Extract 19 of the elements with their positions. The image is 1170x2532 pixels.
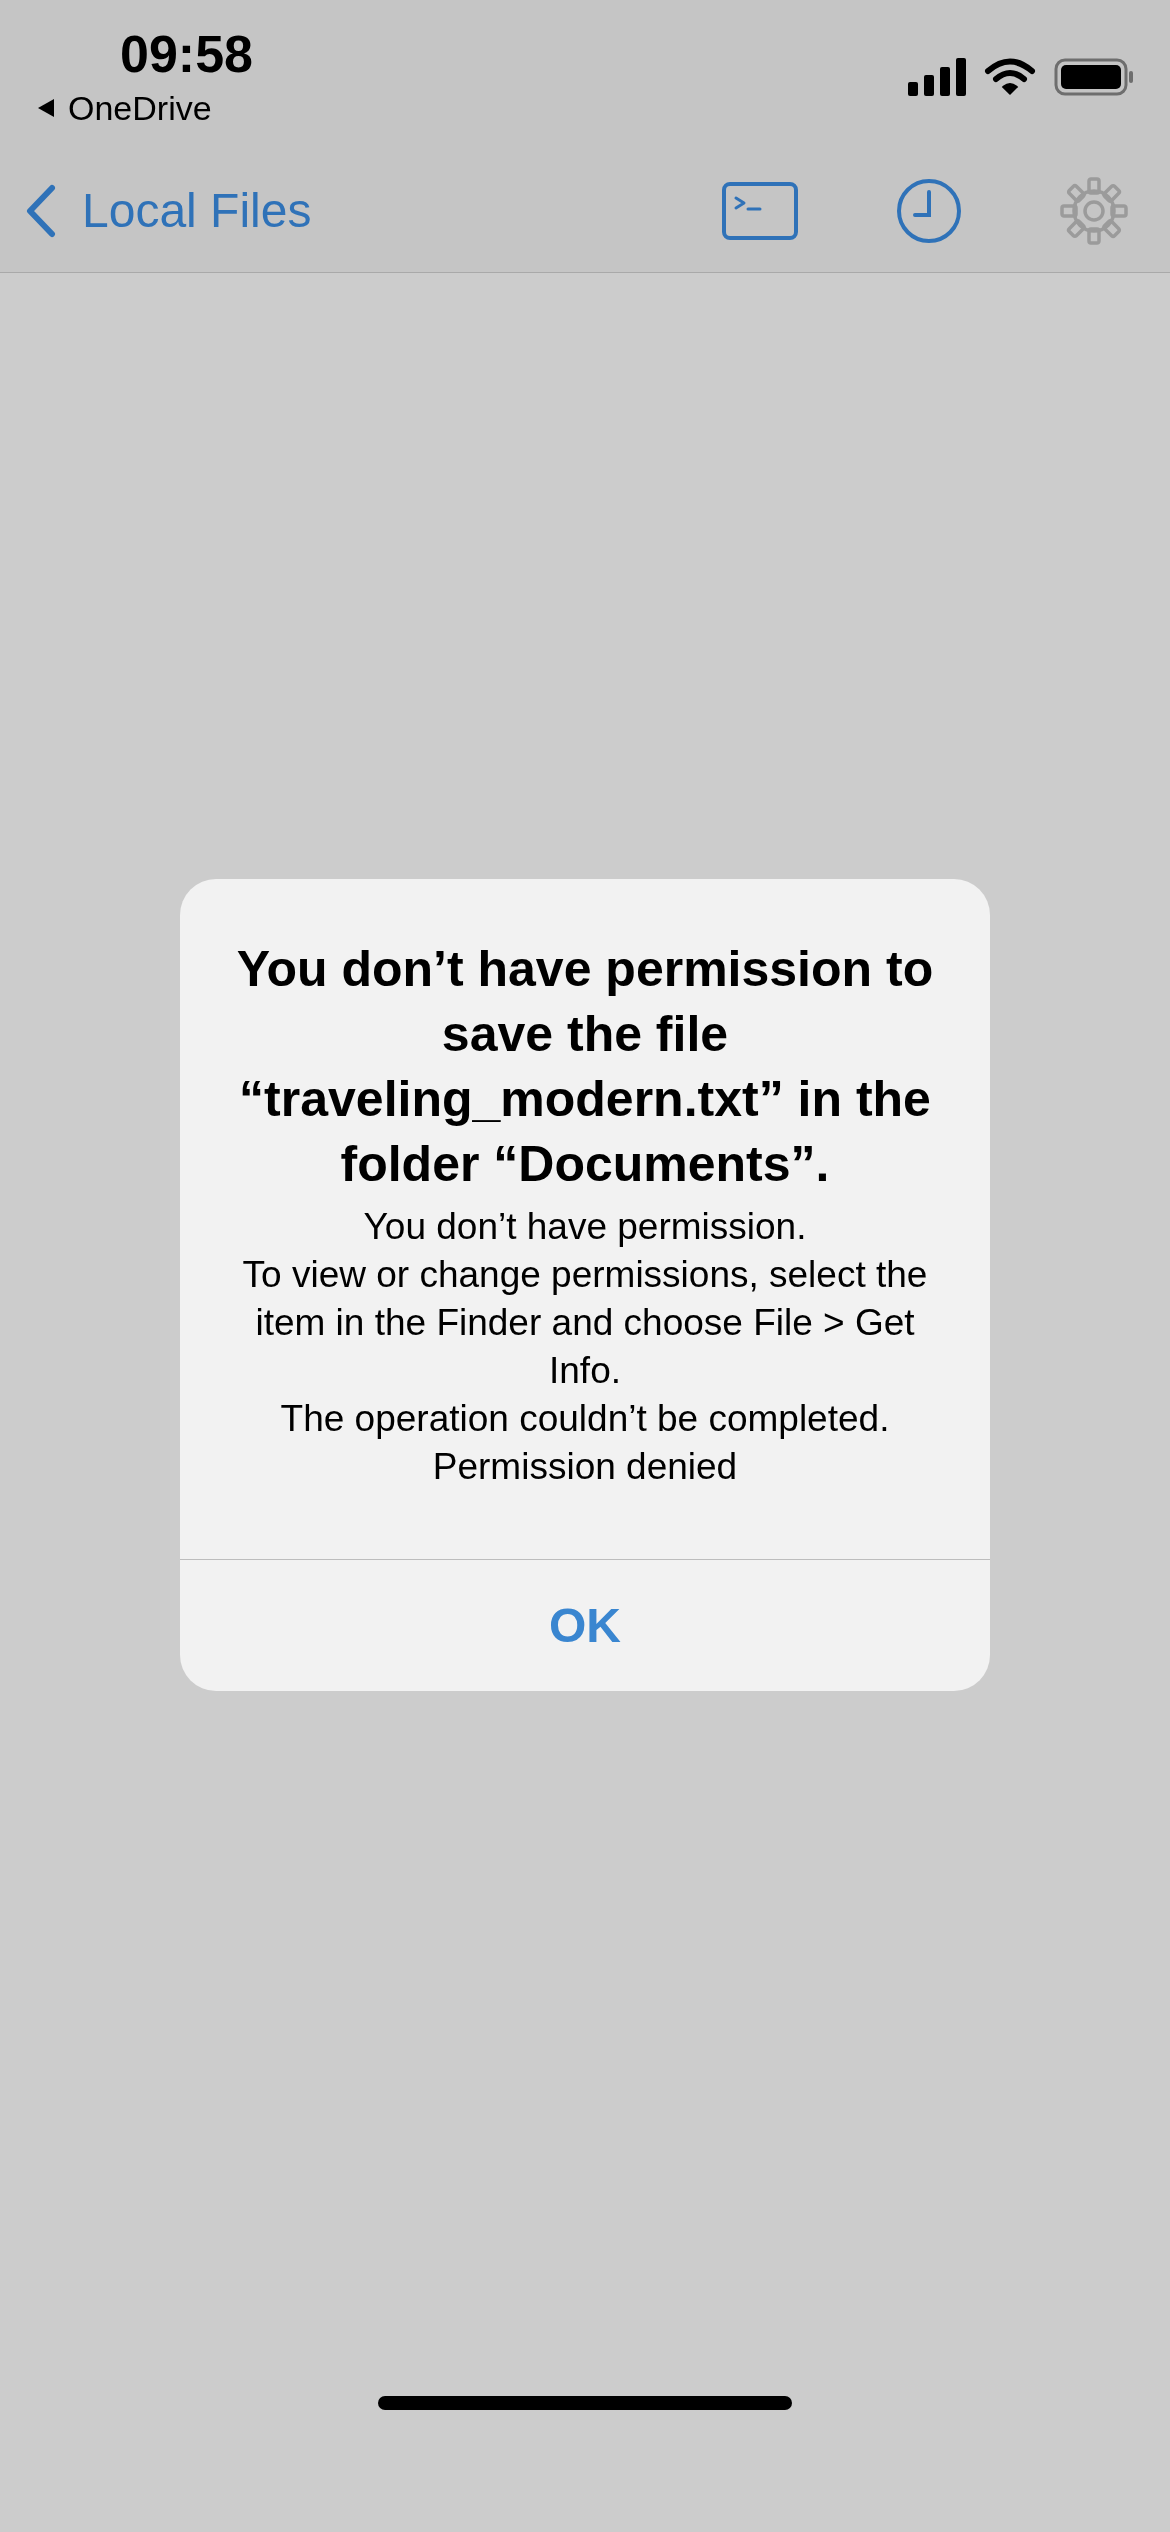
status-time: 09:58: [120, 24, 253, 85]
alert-title: You don’t have permission to save the file “traveling_modern.txt” in the folder “Documents”.: [235, 940, 935, 1194]
alert-message: You don’t have permission.: [363, 1205, 807, 1249]
toolbar-button[interactable]: [896, 178, 962, 244]
back-to-app-link[interactable]: OneDrive: [36, 86, 212, 130]
alert-message: To view or change permissions, select the item in the Finder and choose File > Get Info.: [241, 1253, 929, 1393]
battery-icon: [1054, 58, 1134, 96]
alert-message: Permission denied: [432, 1445, 738, 1489]
terminal-icon: [722, 182, 798, 240]
alert-message: The operation couldn’t be completed.: [280, 1397, 890, 1441]
toolbar-button[interactable]: [722, 182, 798, 240]
clock-icon: [896, 178, 962, 244]
back-button[interactable]: Local Files: [26, 175, 312, 247]
chevron-left-icon: [26, 184, 56, 238]
back-triangle-icon: [36, 97, 56, 119]
ok-button[interactable]: OK: [180, 1559, 990, 1691]
settings-icon: [1060, 177, 1128, 245]
signal-icon: [908, 58, 966, 96]
wifi-icon: [984, 58, 1036, 96]
